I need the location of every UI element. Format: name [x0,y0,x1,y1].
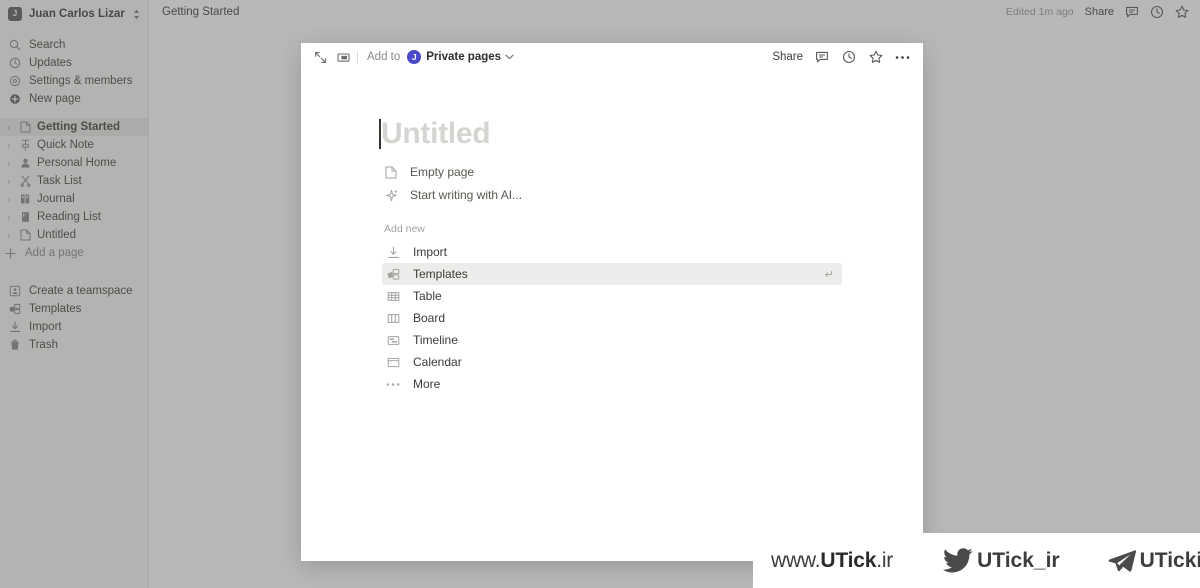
side-peek-icon[interactable] [335,49,352,66]
table-icon [386,290,400,303]
star-icon[interactable] [867,49,884,66]
modal-header: Add to J Private pages Share [301,43,923,71]
expand-icon[interactable] [312,49,329,66]
add-new-menu: Import Templates ↵ Table Board Timeline … [301,241,923,395]
menu-item-label: Board [413,311,446,325]
import-icon [386,246,400,259]
menu-item-templates[interactable]: Templates ↵ [382,263,842,285]
sparkle-icon [384,189,398,202]
option-label: Empty page [410,165,475,179]
watermark-website: www.UTick.ir [771,549,893,573]
option-empty-page[interactable]: Empty page [301,161,923,183]
add-new-section-label: Add new [384,223,425,235]
watermark-telegram-handle: UTickir [1139,548,1200,572]
modal-share-button[interactable]: Share [772,51,803,63]
menu-item-calendar[interactable]: Calendar [382,351,842,373]
watermark-url: www.UTick.ir [771,549,893,573]
page-title-row[interactable]: Untitled [301,113,923,155]
divider [357,51,358,63]
watermark-twitter: UTick_ir [943,548,1060,573]
chevron-down-icon[interactable] [505,54,514,60]
watermark-url-brand: UTick [820,548,877,572]
new-page-modal: Add to J Private pages Share Untitled Em… [301,43,923,561]
menu-item-label: Import [413,245,448,259]
menu-item-import[interactable]: Import [382,241,842,263]
clock-icon[interactable] [840,49,857,66]
watermark-twitter-handle: UTick_ir [977,548,1060,572]
page-title-input[interactable]: Untitled [381,119,491,149]
add-to-label: Add to [367,51,401,63]
twitter-icon [943,548,973,573]
menu-item-more[interactable]: More [382,373,842,395]
telegram-icon [1108,549,1136,573]
menu-item-label: Timeline [413,333,458,347]
space-name[interactable]: Private pages [426,51,501,63]
board-icon [386,312,400,325]
option-label: Start writing with AI... [410,188,523,202]
watermark-url-suffix: .ir [876,548,894,572]
modal-header-actions: Share [772,49,911,66]
menu-item-label: Calendar [413,355,462,369]
page-icon [384,166,398,179]
space-avatar: J [407,50,422,64]
watermark-url-prefix: www. [771,548,821,572]
modal-body: Untitled Empty page Start writing with A… [301,71,923,395]
menu-item-label: More [413,377,441,391]
option-start-writing-ai[interactable]: Start writing with AI... [301,184,923,206]
more-icon [386,382,400,387]
watermark-bar: www.UTick.ir UTick_ir UTickir [753,533,1200,588]
menu-item-label: Templates [413,267,468,281]
templates-icon [386,268,400,281]
comment-icon[interactable] [813,49,830,66]
menu-item-table[interactable]: Table [382,285,842,307]
watermark-telegram: UTickir [1108,549,1200,573]
enter-hint: ↵ [824,268,834,281]
timeline-icon [386,334,400,347]
menu-item-board[interactable]: Board [382,307,842,329]
menu-item-timeline[interactable]: Timeline [382,329,842,351]
more-icon[interactable] [894,49,911,66]
menu-item-label: Table [413,289,442,303]
calendar-icon [386,356,400,369]
